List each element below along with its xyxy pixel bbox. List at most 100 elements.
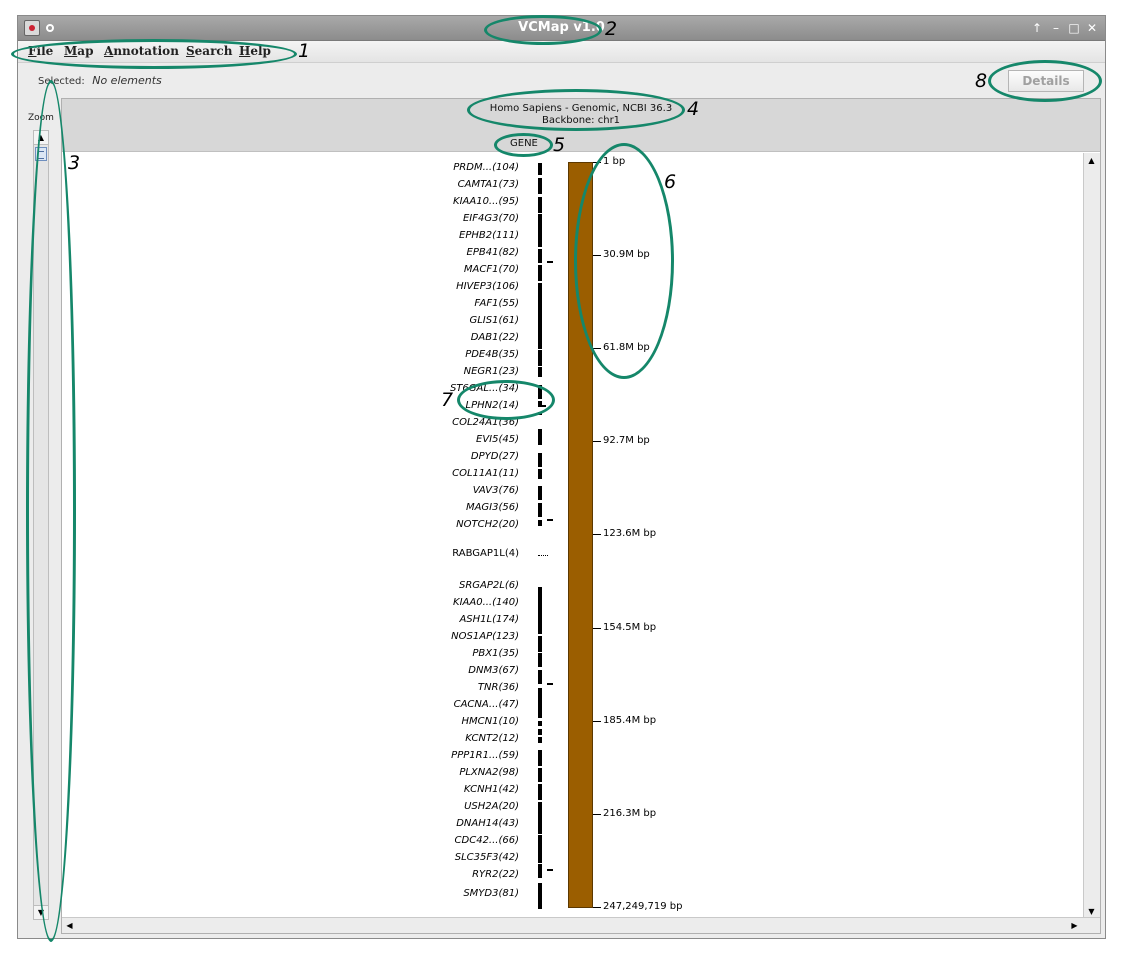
gene-density-bar[interactable] (538, 864, 542, 878)
gene-density-bar[interactable] (538, 737, 542, 743)
gene-label[interactable]: PDE4B(35) (465, 349, 519, 360)
gene-density-bar[interactable] (538, 750, 542, 766)
gene-label[interactable]: NOS1AP(123) (451, 631, 519, 642)
gene-label[interactable]: SMYD3(81) (463, 888, 519, 899)
gene-marker-tick[interactable] (547, 519, 553, 521)
gene-label[interactable]: RYR2(22) (472, 869, 519, 880)
scroll-right-icon[interactable]: ▶ (1067, 918, 1082, 933)
gene-label[interactable]: DAB1(22) (471, 332, 519, 343)
vertical-scrollbar[interactable]: ▲ ▼ (1083, 153, 1100, 919)
gene-density-bar[interactable] (538, 197, 542, 213)
gene-density-bar[interactable] (538, 883, 542, 909)
gene-label[interactable]: EPHB2(111) (459, 230, 519, 241)
gene-label[interactable]: PRDM...(104) (453, 162, 519, 173)
gene-density-bar[interactable] (538, 587, 542, 603)
annotation-ellipse-7 (457, 380, 555, 420)
gene-label[interactable]: DNAH14(43) (456, 818, 519, 829)
map-canvas[interactable]: PRDM...(104) CAMTA1(73) KIAA10...(95) EIF4G… (62, 153, 1084, 919)
gene-label[interactable]: SLC35F3(42) (455, 852, 519, 863)
gene-label[interactable]: RABGAP1L(4) (452, 548, 519, 559)
gene-marker-tick[interactable] (547, 869, 553, 871)
annotation-ellipse-5 (494, 133, 553, 157)
gene-density-bar[interactable] (538, 729, 542, 735)
gene-label[interactable]: EPB41(82) (467, 247, 519, 258)
gene-label[interactable]: KIAA10...(95) (453, 196, 519, 207)
gene-label[interactable]: KCNH1(42) (464, 784, 519, 795)
gene-marker-tick[interactable] (547, 683, 553, 685)
gene-density-bar[interactable] (538, 721, 542, 726)
gene-density-bar[interactable] (538, 265, 542, 281)
annotation-ellipse-2 (484, 15, 602, 45)
axis-tick (593, 441, 601, 442)
maximize-icon[interactable]: □ (1067, 20, 1081, 36)
annotation-ellipse-8 (988, 60, 1102, 102)
gene-label[interactable]: TNR(36) (478, 682, 519, 693)
gene-density-bar[interactable] (538, 333, 542, 349)
gene-marker-tick[interactable] (547, 261, 553, 263)
gene-density-bar[interactable] (538, 503, 542, 517)
annotation-number-4: 4 (687, 98, 700, 120)
gene-label[interactable]: USH2A(20) (464, 801, 519, 812)
gene-label[interactable]: KCNT2(12) (465, 733, 519, 744)
gene-density-bar[interactable] (538, 835, 542, 863)
gene-label[interactable]: CAMTA1(73) (458, 179, 519, 190)
gene-density-bar[interactable] (538, 768, 542, 782)
maximize-vertical-icon[interactable]: ↑ (1030, 20, 1044, 36)
minimize-icon[interactable]: – (1049, 20, 1063, 36)
gene-label[interactable]: DNM3(67) (468, 665, 519, 676)
annotation-ellipse-6 (574, 143, 674, 379)
horizontal-scrollbar[interactable]: ◀ ▶ (62, 917, 1100, 933)
gene-density-bar[interactable] (538, 429, 542, 445)
gene-density-bar[interactable] (538, 688, 542, 718)
gene-density-bar[interactable] (538, 453, 542, 467)
gene-label[interactable]: EIF4G3(70) (463, 213, 519, 224)
annotation-number-8: 8 (975, 70, 988, 92)
annotation-number-6: 6 (664, 171, 677, 193)
scroll-left-icon[interactable]: ◀ (62, 918, 77, 933)
gene-label[interactable]: CDC42...(66) (455, 835, 519, 846)
gene-density-bar[interactable] (538, 818, 542, 834)
gene-density-bar[interactable] (538, 299, 542, 333)
gene-density-bar[interactable] (538, 214, 542, 247)
gene-label[interactable]: DPYD(27) (471, 451, 519, 462)
gene-density-bar[interactable] (538, 283, 542, 299)
gene-density-bar[interactable] (538, 486, 542, 500)
axis-position-label: 123.6M bp (603, 528, 657, 539)
gene-label[interactable]: CACNA...(47) (454, 699, 519, 710)
scroll-up-icon[interactable]: ▲ (1084, 153, 1099, 168)
gene-label[interactable]: PPP1R1...(59) (451, 750, 519, 761)
gene-density-bar[interactable] (538, 178, 542, 194)
gene-density-bar[interactable] (538, 802, 542, 818)
gene-density-bar[interactable] (538, 249, 542, 263)
annotation-ellipse-4 (467, 89, 685, 131)
gene-label[interactable]: VAV3(76) (473, 485, 519, 496)
gene-density-bar[interactable] (538, 670, 542, 684)
gene-density-bar[interactable] (538, 636, 542, 652)
gene-density-bar[interactable] (538, 784, 542, 800)
gene-density-bar[interactable] (538, 653, 542, 667)
gene-label[interactable]: EVI5(45) (476, 434, 519, 445)
gene-label[interactable]: PBX1(35) (472, 648, 519, 659)
gene-label[interactable]: MACF1(70) (464, 264, 519, 275)
gene-label[interactable]: NEGR1(23) (464, 366, 519, 377)
gene-density-bar[interactable] (538, 602, 542, 634)
gene-density-bar[interactable] (538, 367, 542, 377)
gene-label[interactable]: HIVEP3(106) (456, 281, 519, 292)
gene-density-bar[interactable] (538, 163, 542, 175)
selection-status: Selected: No elements (38, 74, 162, 87)
gene-label[interactable]: SRGAP2L(6) (459, 580, 519, 591)
annotation-number-3: 3 (68, 152, 81, 174)
gene-label[interactable]: ASH1L(174) (459, 614, 519, 625)
close-icon[interactable]: ✕ (1085, 20, 1099, 36)
gene-label[interactable]: NOTCH2(20) (456, 519, 519, 530)
gene-label[interactable]: PLXNA2(98) (459, 767, 519, 778)
gene-label[interactable]: HMCN1(10) (462, 716, 520, 727)
gene-label[interactable]: KIAA0...(140) (453, 597, 519, 608)
gene-label[interactable]: FAF1(55) (474, 298, 519, 309)
gene-density-bar[interactable] (538, 520, 542, 526)
gene-density-bar[interactable] (538, 350, 542, 366)
gene-label[interactable]: MAGI3(56) (466, 502, 519, 513)
gene-label[interactable]: COL11A1(11) (452, 468, 519, 479)
gene-label[interactable]: GLIS1(61) (469, 315, 519, 326)
gene-density-bar[interactable] (538, 469, 542, 479)
